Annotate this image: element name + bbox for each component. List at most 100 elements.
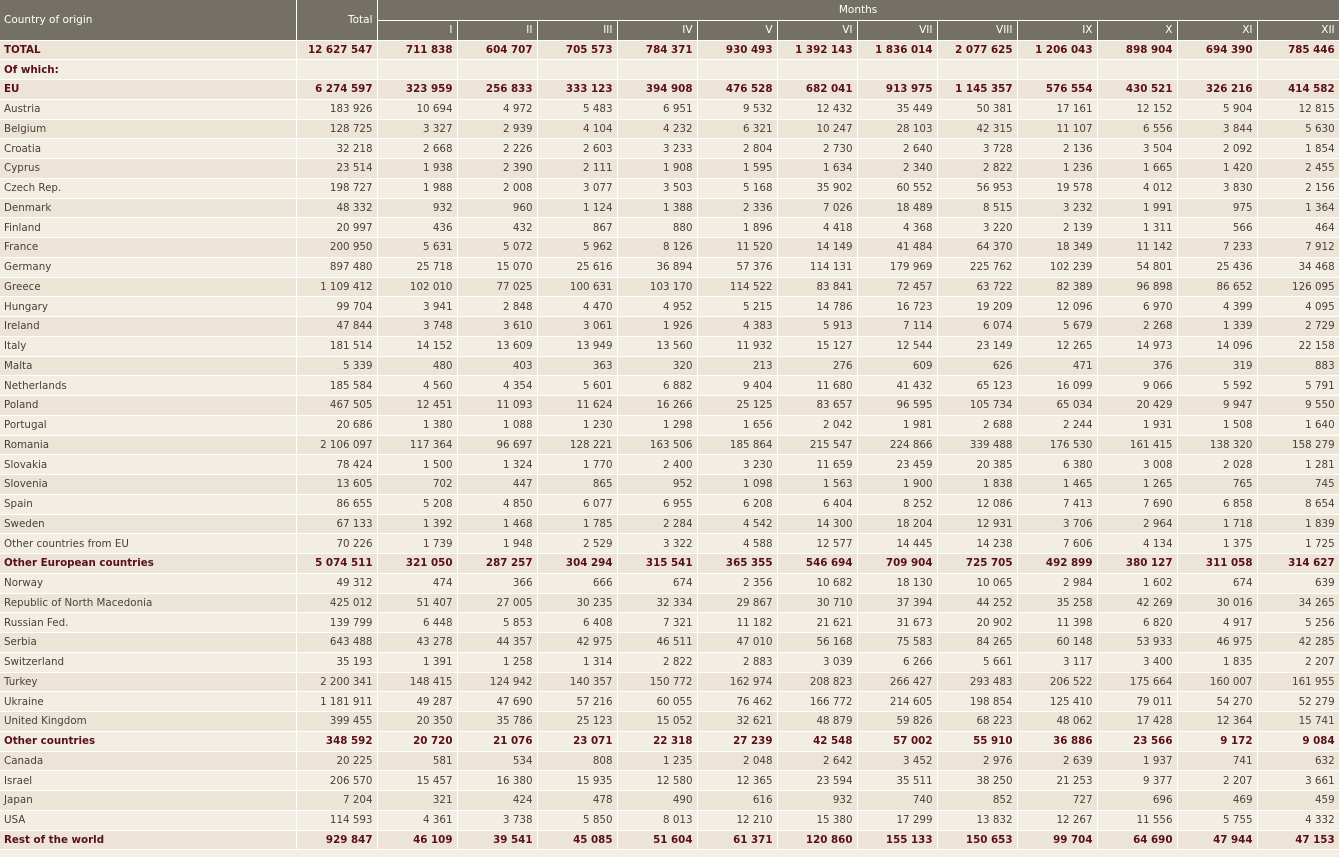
- month-cell: 4 560: [377, 375, 458, 396]
- month-cell: 3 738: [457, 810, 538, 831]
- month-cell: 16 099: [1017, 375, 1098, 396]
- month-cell: 666: [537, 573, 618, 594]
- month-cell: 566: [1177, 217, 1258, 238]
- month-cell: 1 931: [1097, 415, 1178, 436]
- month-cell: 2 729: [1257, 316, 1339, 337]
- total-cell: 200 950: [296, 237, 378, 258]
- month-cell: 20 350: [377, 711, 458, 732]
- month-cell: 114 131: [777, 257, 858, 278]
- month-cell: 3 728: [937, 138, 1018, 159]
- month-cell: 546 694: [777, 553, 858, 574]
- month-cell: 23 594: [777, 770, 858, 791]
- month-cell: 4 399: [1177, 296, 1258, 317]
- month-cell: 1 640: [1257, 415, 1339, 436]
- country-cell: Malta: [0, 356, 297, 377]
- month-cell: 5 630: [1257, 119, 1339, 140]
- month-cell: 10 682: [777, 573, 858, 594]
- month-header-iv: IV: [617, 20, 698, 41]
- total-cell: 20 997: [296, 217, 378, 238]
- month-cell: 492 899: [1017, 553, 1098, 574]
- total-cell: 1 109 412: [296, 277, 378, 298]
- month-cell: 13 560: [617, 336, 698, 357]
- month-cell: 4 354: [457, 375, 538, 396]
- month-cell: 5 679: [1017, 316, 1098, 337]
- month-cell: 2 642: [777, 751, 858, 772]
- month-cell: 1 324: [457, 454, 538, 475]
- total-cell: 425 012: [296, 593, 378, 614]
- month-cell: 1 991: [1097, 198, 1178, 219]
- month-cell: 128 221: [537, 435, 618, 456]
- month-cell: 2 730: [777, 138, 858, 159]
- month-cell: 1 380: [377, 415, 458, 436]
- month-cell: 7 026: [777, 198, 858, 219]
- table-row: Croatia 32 218 2 668 2 226 2 603 3 233 2 804 2 …: [0, 138, 1339, 159]
- month-cell: 3 706: [1017, 514, 1098, 535]
- total-cell: 2 106 097: [296, 435, 378, 456]
- month-cell: 5 661: [937, 652, 1018, 673]
- month-cell: 4 542: [697, 514, 778, 535]
- country-cell: Other countries from EU: [0, 533, 297, 554]
- month-cell: 1 098: [697, 474, 778, 495]
- month-cell: 175 664: [1097, 672, 1178, 693]
- month-cell: 12 577: [777, 533, 858, 554]
- month-cell: 4 368: [857, 217, 938, 238]
- month-cell: 3 941: [377, 296, 458, 317]
- month-cell: 20 902: [937, 612, 1018, 633]
- month-cell: 17 161: [1017, 99, 1098, 120]
- month-cell: 952: [617, 474, 698, 495]
- month-cell: 79 011: [1097, 691, 1178, 712]
- month-cell: 1 656: [697, 415, 778, 436]
- month-cell: 7 233: [1177, 237, 1258, 258]
- month-cell: 6 380: [1017, 454, 1098, 475]
- month-cell: 6 556: [1097, 119, 1178, 140]
- month-cell: 114 522: [697, 277, 778, 298]
- month-cell: 5 850: [537, 810, 618, 831]
- month-cell: 1 124: [537, 198, 618, 219]
- month-cell: 2 156: [1257, 178, 1339, 199]
- month-cell: 2 688: [937, 415, 1018, 436]
- month-cell: 1 836 014: [857, 40, 938, 61]
- total-cell: 35 193: [296, 652, 378, 673]
- month-cell: 176 530: [1017, 435, 1098, 456]
- month-cell: 319: [1177, 356, 1258, 377]
- month-cell: 2 008: [457, 178, 538, 199]
- month-cell: 1 563: [777, 474, 858, 495]
- month-cell: 208 823: [777, 672, 858, 693]
- total-cell: 185 584: [296, 375, 378, 396]
- month-cell: 12 265: [1017, 336, 1098, 357]
- month-cell: 865: [537, 474, 618, 495]
- month-cell: 380 127: [1097, 553, 1178, 574]
- month-cell: 1 718: [1177, 514, 1258, 535]
- month-cell: 15 052: [617, 711, 698, 732]
- month-cell: 1 937: [1097, 751, 1178, 772]
- month-cell: 25 123: [537, 711, 618, 732]
- table-row: Italy 181 514 14 152 13 609 13 949 13 560 11 9…: [0, 336, 1339, 357]
- month-cell: 1 235: [617, 751, 698, 772]
- month-cell: 1 088: [457, 415, 538, 436]
- month-cell: 604 707: [457, 40, 538, 61]
- month-cell: 124 942: [457, 672, 538, 693]
- month-cell: 1 468: [457, 514, 538, 535]
- month-cell: 339 488: [937, 435, 1018, 456]
- month-header-viii: VIII: [937, 20, 1018, 41]
- table-row: Czech Rep. 198 727 1 988 2 008 3 077 3 503 5 1…: [0, 178, 1339, 199]
- month-cell: 639: [1257, 573, 1339, 594]
- month-cell: 13 609: [457, 336, 538, 357]
- month-cell: 682 041: [777, 79, 858, 100]
- month-cell: 740: [857, 790, 938, 811]
- month-cell: 3 008: [1097, 454, 1178, 475]
- month-cell: 38 250: [937, 770, 1018, 791]
- month-cell: 32 334: [617, 593, 698, 614]
- table-row: Poland 467 505 12 451 11 093 11 624 16 266 25 …: [0, 395, 1339, 416]
- month-cell: 179 969: [857, 257, 938, 278]
- month-cell: 2 390: [457, 158, 538, 179]
- month-cell: 161 955: [1257, 672, 1339, 693]
- total-cell: 13 605: [296, 474, 378, 495]
- month-cell: 4 952: [617, 296, 698, 317]
- month-cell: 2 822: [617, 652, 698, 673]
- month-cell: 55 910: [937, 731, 1018, 752]
- table-row: Switzerland 35 193 1 391 1 258 1 314 2 822 2 8…: [0, 652, 1339, 673]
- month-cell: 632: [1257, 751, 1339, 772]
- month-cell: 1 948: [457, 533, 538, 554]
- month-cell: 576 554: [1017, 79, 1098, 100]
